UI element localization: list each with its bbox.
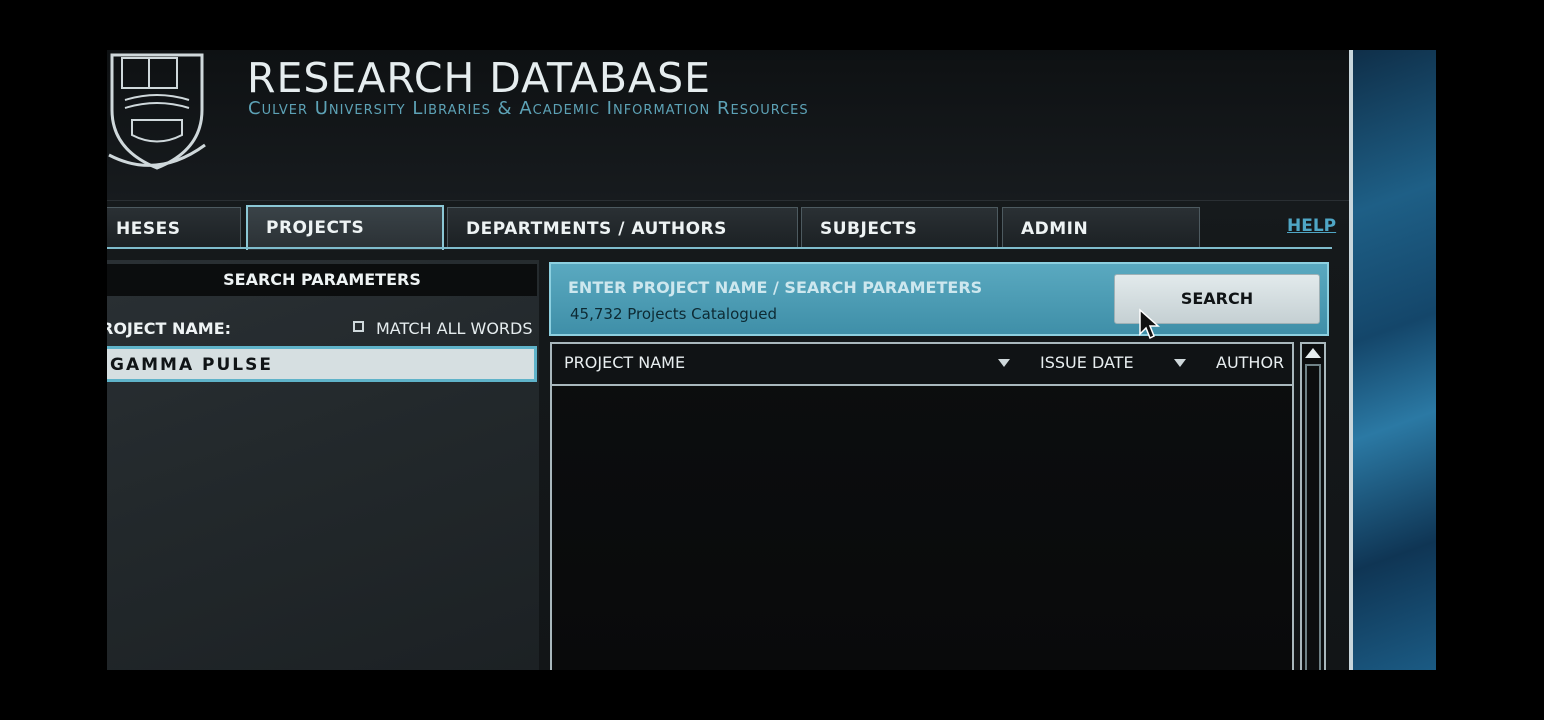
tab-theses[interactable]: HESES xyxy=(107,207,241,247)
column-issue-date[interactable]: ISSUE DATE xyxy=(1040,353,1134,372)
project-count: 45,732 Projects Catalogued xyxy=(570,305,778,323)
tab-subjects[interactable]: SUBJECTS xyxy=(801,207,998,247)
tab-label: SUBJECTS xyxy=(820,219,918,239)
university-crest-icon xyxy=(108,53,206,170)
search-banner: ENTER PROJECT NAME / SEARCH PARAMETERS 4… xyxy=(549,262,1329,340)
tab-projects[interactable]: PROJECTS xyxy=(246,205,444,250)
results-header-row: PROJECT NAME ISSUE DATE AUTHOR xyxy=(552,344,1292,386)
search-parameters-heading: SEARCH PARAMETERS xyxy=(107,264,537,296)
page-title: RESEARCH DATABASE xyxy=(247,54,712,102)
tab-label: DEPARTMENTS / AUTHORS xyxy=(466,219,727,239)
app-header: RESEARCH DATABASE Culver University Libr… xyxy=(107,50,1352,201)
match-all-words-label[interactable]: MATCH ALL WORDS xyxy=(376,319,533,338)
desktop-background-strip xyxy=(1349,50,1436,670)
scroll-up-arrow-icon[interactable] xyxy=(1305,348,1321,358)
tab-label: PROJECTS xyxy=(266,218,365,238)
scroll-track[interactable] xyxy=(1305,364,1321,670)
tab-admin[interactable]: ADMIN xyxy=(1002,207,1200,247)
app-screen: RESEARCH DATABASE Culver University Libr… xyxy=(107,50,1436,670)
project-name-input[interactable]: GAMMA PULSE xyxy=(107,346,537,382)
search-prompt: ENTER PROJECT NAME / SEARCH PARAMETERS xyxy=(568,278,983,297)
sort-down-arrow-icon[interactable] xyxy=(998,359,1010,367)
tab-label: HESES xyxy=(116,219,181,239)
tab-divider xyxy=(107,247,1332,249)
sort-down-arrow-icon[interactable] xyxy=(1174,359,1186,367)
page-subtitle: Culver University Libraries & Academic I… xyxy=(248,98,809,119)
tab-bar: HESES PROJECTS DEPARTMENTS / AUTHORS SUB… xyxy=(107,205,1352,250)
results-scrollbar[interactable] xyxy=(1300,342,1326,670)
tab-label: ADMIN xyxy=(1021,219,1089,239)
column-author[interactable]: AUTHOR xyxy=(1216,353,1284,372)
project-name-label: ROJECT NAME: xyxy=(107,319,232,338)
mouse-pointer-icon xyxy=(1139,308,1160,340)
match-all-words-checkbox[interactable] xyxy=(353,321,364,332)
help-link[interactable]: HELP xyxy=(1287,216,1336,236)
results-table: PROJECT NAME ISSUE DATE AUTHOR xyxy=(550,342,1294,670)
search-parameters-panel: SEARCH PARAMETERS ROJECT NAME: MATCH ALL… xyxy=(107,260,539,670)
column-project-name[interactable]: PROJECT NAME xyxy=(564,353,685,372)
tab-departments-authors[interactable]: DEPARTMENTS / AUTHORS xyxy=(447,207,798,247)
